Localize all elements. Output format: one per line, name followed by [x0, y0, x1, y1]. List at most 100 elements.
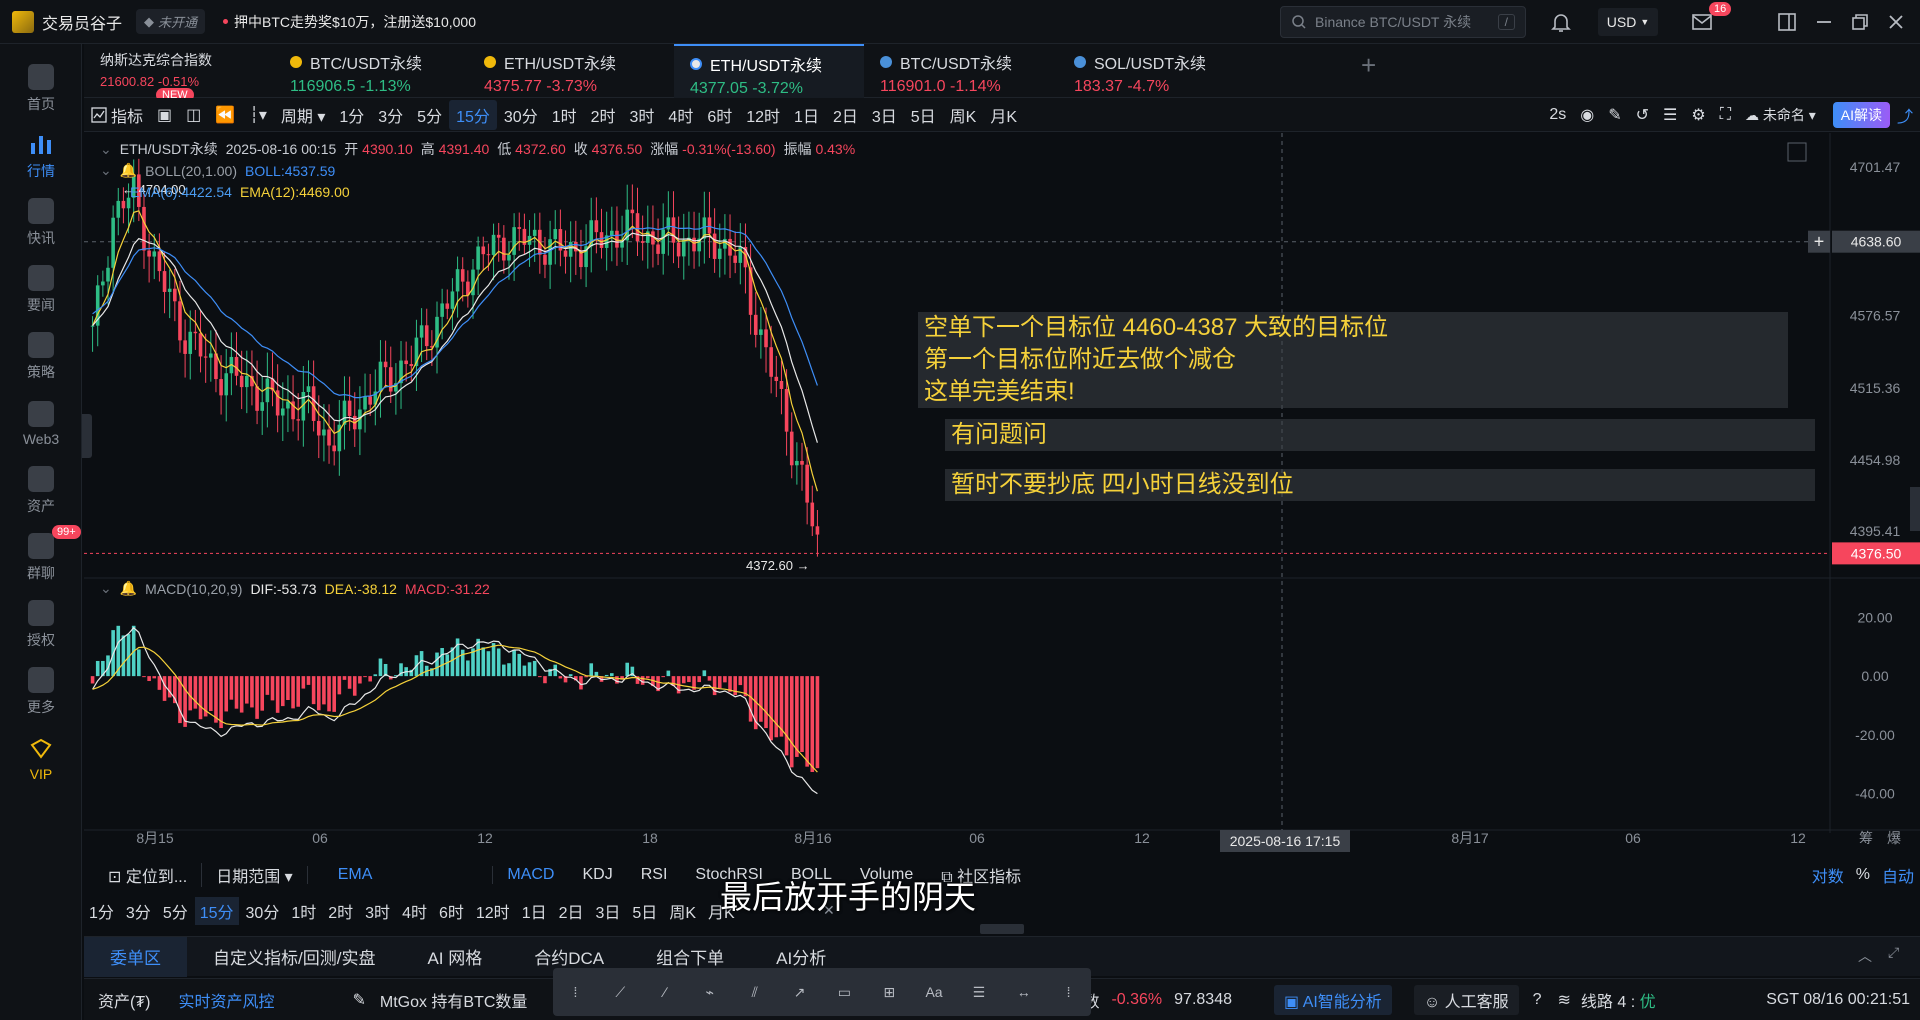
- rectangle-icon[interactable]: ▭: [831, 979, 857, 1005]
- trend-line-icon[interactable]: ⟋: [607, 979, 633, 1005]
- ema-toggle[interactable]: EMA: [306, 866, 403, 884]
- annotation-box-3[interactable]: 暂时不要抄底 四小时日线没到位: [945, 469, 1815, 501]
- layout-name-select[interactable]: ☁ 未命名 ▾: [1738, 102, 1823, 128]
- interval-5[interactable]: 1时: [545, 100, 584, 130]
- line-status[interactable]: 线路 4 : 优: [1581, 988, 1656, 1012]
- interval-6[interactable]: 2时: [584, 100, 623, 130]
- auto-scale-toggle[interactable]: 自动: [1876, 863, 1920, 887]
- quick-interval-5[interactable]: 1时: [286, 897, 321, 925]
- quick-interval-9[interactable]: 6时: [434, 897, 469, 925]
- interval-12[interactable]: 2日: [826, 100, 865, 130]
- interval-9[interactable]: 6时: [700, 100, 739, 130]
- help-icon[interactable]: ?: [1533, 991, 1542, 1009]
- quick-interval-12[interactable]: 2日: [554, 897, 589, 925]
- drag-handle-icon[interactable]: ⁞: [1056, 979, 1082, 1005]
- locate-button[interactable]: ⊡ 定位到...: [84, 863, 201, 887]
- currency-select[interactable]: USD ▼: [1598, 8, 1658, 36]
- quick-interval-8[interactable]: 4时: [397, 897, 432, 925]
- interval-11[interactable]: 1日: [787, 100, 826, 130]
- quick-interval-4[interactable]: 30分: [241, 897, 285, 925]
- interval-8[interactable]: 4时: [661, 100, 700, 130]
- close-icon[interactable]: [1884, 10, 1908, 34]
- quick-interval-6[interactable]: 2时: [323, 897, 358, 925]
- indicator-kdj[interactable]: KDJ: [568, 866, 626, 884]
- log-scale-toggle[interactable]: 对数: [1806, 863, 1850, 887]
- indicator-rsi[interactable]: RSI: [627, 866, 682, 884]
- ray-icon[interactable]: ∕: [652, 979, 678, 1005]
- list-icon[interactable]: ☰: [1656, 102, 1684, 128]
- promo-banner[interactable]: 押中BTC走势奖$10万，注册送$10,000: [223, 12, 476, 32]
- annotation-box-2[interactable]: 有问题问: [945, 419, 1815, 451]
- interval-16[interactable]: 月K: [983, 100, 1024, 130]
- text-icon[interactable]: Aa: [921, 979, 947, 1005]
- panel-collapse-handle[interactable]: [980, 924, 1024, 934]
- tab-btc-usdt[interactable]: BTC/USDT永续 116906.5 -1.13%: [274, 44, 468, 98]
- interval-1[interactable]: 3分: [371, 100, 410, 130]
- arrow-icon[interactable]: ↗: [787, 979, 813, 1005]
- assets-label[interactable]: 资产(₮): [84, 988, 164, 1012]
- search-input[interactable]: Binance BTC/USDT 永续 /: [1280, 6, 1526, 38]
- quick-interval-3[interactable]: 15分: [194, 897, 239, 925]
- quick-interval-11[interactable]: 1日: [517, 897, 552, 925]
- quick-interval-15[interactable]: 周K: [664, 897, 701, 925]
- bottom-tab-1[interactable]: 自定义指标/回测/实盘: [187, 937, 401, 977]
- rewind-icon[interactable]: ⏪: [208, 102, 242, 128]
- ruler-icon[interactable]: ⊞: [876, 979, 902, 1005]
- share-icon[interactable]: ⤴: [1890, 100, 1920, 130]
- collapse-icon[interactable]: ⌄: [100, 580, 112, 597]
- date-range-select[interactable]: 日期范围 ▾: [201, 863, 307, 887]
- quick-interval-1[interactable]: 3分: [121, 897, 156, 925]
- tab-eth-usdt[interactable]: ETH/USDT永续 4375.77 -3.73%: [468, 44, 662, 98]
- quick-interval-0[interactable]: 1分: [84, 897, 119, 925]
- expand-icon[interactable]: ⤢: [1888, 944, 1899, 961]
- indicator-button[interactable]: 指标: [84, 100, 150, 130]
- ai-analysis-button[interactable]: ▣ AI智能分析: [1274, 984, 1392, 1015]
- measure-icon[interactable]: ↔: [1011, 979, 1037, 1005]
- chevron-up-icon[interactable]: ︿: [1858, 946, 1872, 966]
- risk-control-link[interactable]: 实时资产风控: [164, 988, 288, 1012]
- quick-interval-2[interactable]: 5分: [158, 897, 193, 925]
- interval-14[interactable]: 5日: [904, 100, 943, 130]
- interval-13[interactable]: 3日: [865, 100, 904, 130]
- settings-icon[interactable]: ⚙: [1684, 102, 1712, 128]
- account-status-badge[interactable]: ◆ 未开通: [136, 9, 206, 34]
- collapse-icon[interactable]: ⌄: [100, 162, 112, 179]
- period-select[interactable]: 周期 ▾: [274, 100, 333, 130]
- fib-icon[interactable]: ☰: [966, 979, 992, 1005]
- bell-icon[interactable]: [1549, 10, 1573, 34]
- interval-7[interactable]: 3时: [623, 100, 662, 130]
- wave-icon[interactable]: ⌁: [697, 979, 723, 1005]
- interval-0[interactable]: 1分: [332, 100, 371, 130]
- bottom-tab-2[interactable]: AI 网格: [401, 937, 508, 977]
- candle-type-icon[interactable]: ┆▾: [242, 102, 274, 128]
- pen-icon[interactable]: ✎: [1601, 102, 1628, 128]
- add-tab-button[interactable]: +: [1361, 50, 1376, 81]
- edit-icon[interactable]: ✎: [338, 990, 379, 1010]
- ai-interpret-button[interactable]: AI解读: [1832, 101, 1890, 128]
- percent-scale-toggle[interactable]: %: [1850, 866, 1876, 884]
- tab-btc-usdt-2[interactable]: BTC/USDT永续 116901.0 -1.14%: [864, 44, 1058, 98]
- quick-interval-14[interactable]: 5日: [627, 897, 662, 925]
- interval-4[interactable]: 30分: [497, 100, 545, 130]
- tab-eth-usdt-active[interactable]: ETH/USDT永续 4377.05 -3.72%: [674, 44, 864, 98]
- interval-3[interactable]: 15分: [449, 99, 497, 130]
- sidebar-item-home[interactable]: 首页: [0, 54, 82, 124]
- indicator-macd[interactable]: MACD: [493, 866, 568, 884]
- minimize-icon[interactable]: [1812, 10, 1836, 34]
- restore-icon[interactable]: [1848, 10, 1872, 34]
- quick-interval-10[interactable]: 12时: [471, 897, 515, 925]
- refresh-rate[interactable]: 2s: [1542, 103, 1573, 127]
- interval-15[interactable]: 周K: [943, 100, 984, 130]
- interval-2[interactable]: 5分: [410, 100, 449, 130]
- layout-icon[interactable]: ◫: [179, 102, 208, 128]
- channel-icon[interactable]: ⫽: [742, 979, 768, 1005]
- bottom-tab-0[interactable]: 委单区: [84, 936, 187, 977]
- calendar-icon[interactable]: ▣: [150, 102, 179, 128]
- collapse-icon[interactable]: ⌄: [100, 141, 112, 158]
- tab-sol-usdt[interactable]: SOL/USDT永续 183.37 -4.7%: [1058, 44, 1252, 98]
- quick-interval-13[interactable]: 3日: [591, 897, 626, 925]
- replay-icon[interactable]: ↺: [1629, 102, 1656, 128]
- annotation-box-1[interactable]: 空单下一个目标位 4460-4387 大致的目标位 第一个目标位附近去做个减仓 …: [918, 312, 1788, 408]
- drag-handle-icon[interactable]: ⁞: [562, 979, 588, 1005]
- support-button[interactable]: ☺ 人工客服: [1413, 984, 1519, 1015]
